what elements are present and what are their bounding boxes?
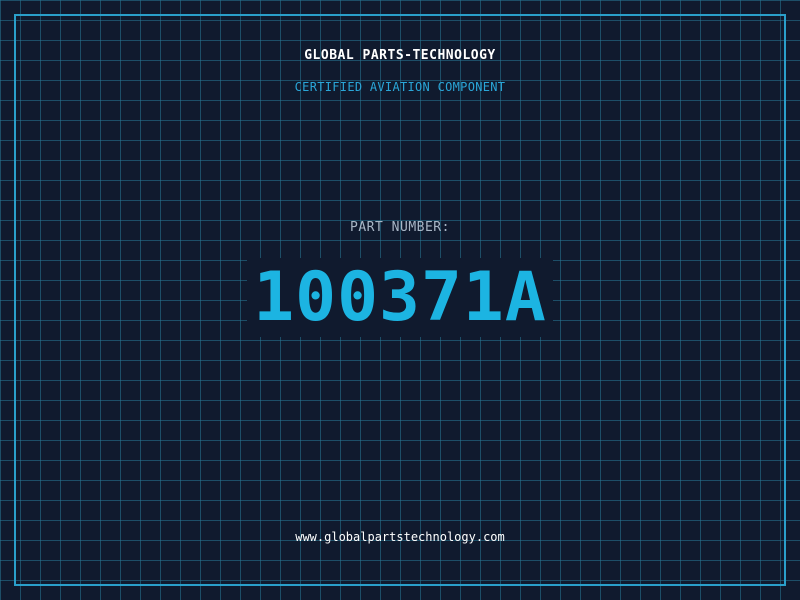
website-url: www.globalpartstechnology.com [295, 530, 505, 544]
part-number-label: PART NUMBER: [350, 220, 450, 235]
certification-tagline: CERTIFIED AVIATION COMPONENT [294, 80, 506, 94]
company-name: GLOBAL PARTS-TECHNOLOGY [304, 48, 496, 63]
part-number-value: 100371A [247, 258, 553, 337]
part-number-value-container: 100371A [0, 256, 800, 340]
